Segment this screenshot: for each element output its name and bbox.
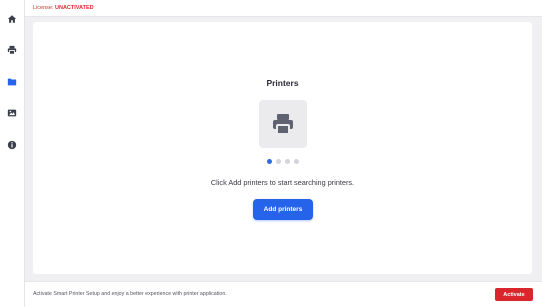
- add-printers-button[interactable]: Add printers: [253, 199, 313, 220]
- carousel-dot[interactable]: [267, 159, 272, 164]
- printer-icon: [7, 45, 17, 55]
- home-icon: [7, 15, 17, 23]
- sidebar: [0, 0, 25, 307]
- folder-icon: [7, 78, 17, 86]
- empty-state-hint: Click Add printers to start searching pr…: [210, 178, 355, 187]
- page-title: Printers: [266, 78, 299, 88]
- license-label: License:: [33, 5, 56, 11]
- sidebar-item-folder[interactable]: [3, 73, 21, 91]
- sidebar-item-info[interactable]: [3, 136, 21, 154]
- printers-panel: Printers Click Add printers to start sea…: [33, 22, 532, 274]
- carousel-dot[interactable]: [294, 159, 299, 164]
- app-window: License: UNACTIVATED Printers Click Add …: [0, 0, 542, 307]
- info-icon: [7, 140, 17, 150]
- license-state: UNACTIVATED: [55, 5, 94, 11]
- license-status: License: UNACTIVATED: [33, 5, 94, 11]
- carousel-dot[interactable]: [276, 159, 281, 164]
- carousel-dot[interactable]: [285, 159, 290, 164]
- carousel-dots: [267, 159, 299, 164]
- footer-message: Activate Smart Printer Setup and enjoy a…: [33, 291, 227, 297]
- footer-bar: Activate Smart Printer Setup and enjoy a…: [25, 281, 542, 307]
- sidebar-item-printer[interactable]: [3, 41, 21, 59]
- printer-placeholder: [259, 100, 307, 148]
- image-icon: [7, 109, 17, 117]
- top-bar: License: UNACTIVATED: [25, 0, 542, 17]
- printer-icon: [273, 114, 293, 135]
- sidebar-item-home[interactable]: [3, 10, 21, 28]
- sidebar-item-image[interactable]: [3, 104, 21, 122]
- activate-button[interactable]: Activate: [495, 288, 533, 301]
